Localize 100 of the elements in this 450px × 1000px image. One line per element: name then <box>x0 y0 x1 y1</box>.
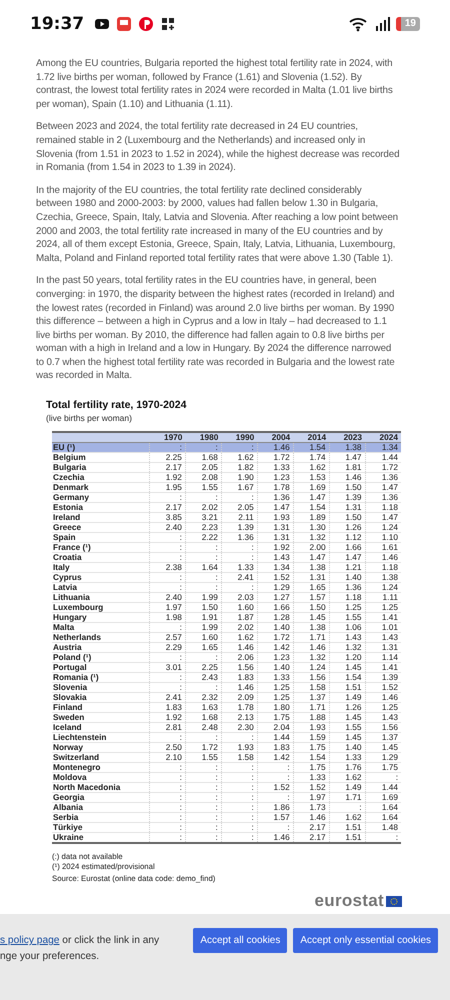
country-cell: Belgium <box>52 452 150 463</box>
value-cell: 1.31 <box>329 502 366 513</box>
value-cell: : <box>221 582 258 593</box>
value-cell: 1.92 <box>150 712 186 723</box>
value-cell: 1.47 <box>293 492 330 503</box>
value-cell: 1.93 <box>221 742 258 753</box>
value-cell: : <box>185 732 222 743</box>
value-cell: 1.25 <box>365 602 401 613</box>
value-cell: 2.22 <box>185 532 222 543</box>
value-cell: 1.51 <box>329 682 366 693</box>
value-cell: 1.25 <box>329 602 366 613</box>
country-cell: Türkiye <box>52 822 150 833</box>
value-cell: 1.33 <box>293 772 330 783</box>
value-cell: : <box>185 762 222 773</box>
value-cell: : <box>185 822 222 833</box>
value-cell: 1.56 <box>221 662 258 673</box>
value-cell: 1.55 <box>329 612 366 623</box>
value-cell: 2.40 <box>150 592 186 603</box>
value-cell: 1.31 <box>365 642 401 653</box>
value-cell: 1.55 <box>185 482 222 493</box>
country-cell: Poland (¹) <box>52 652 150 663</box>
value-cell: 1.40 <box>329 742 366 753</box>
country-cell: Georgia <box>52 792 150 803</box>
value-cell: 1.66 <box>257 602 294 613</box>
table-subtitle: (live births per woman) <box>46 413 133 424</box>
country-cell: Albania <box>52 802 150 813</box>
value-cell: 1.75 <box>365 762 401 773</box>
value-cell: 1.98 <box>150 612 186 623</box>
value-cell: 1.59 <box>293 732 330 743</box>
value-cell: 1.51 <box>329 832 366 844</box>
country-cell: Netherlands <box>52 632 150 643</box>
value-cell: 1.39 <box>365 672 401 683</box>
column-header: 2024 <box>365 432 401 443</box>
value-cell: 1.38 <box>293 622 330 633</box>
value-cell: 1.69 <box>365 792 401 803</box>
country-cell: Slovenia <box>52 682 150 693</box>
value-cell: 1.32 <box>293 532 330 543</box>
value-cell: 1.42 <box>257 642 294 653</box>
value-cell: 1.88 <box>293 712 330 723</box>
value-cell: 1.47 <box>365 512 401 523</box>
value-cell: 1.40 <box>329 572 366 583</box>
value-cell: 1.46 <box>257 442 294 453</box>
value-cell: 1.69 <box>293 482 330 493</box>
country-cell: Portugal <box>52 662 150 673</box>
value-cell: 2.10 <box>150 752 186 763</box>
value-cell: : <box>221 782 258 793</box>
value-cell: 1.18 <box>329 592 366 603</box>
value-cell: 1.47 <box>257 502 294 513</box>
value-cell: 1.34 <box>365 442 401 453</box>
value-cell: 1.56 <box>365 722 401 733</box>
value-cell: 2.13 <box>221 712 258 723</box>
country-cell: Romania (¹) <box>52 672 150 683</box>
value-cell: 1.37 <box>365 732 401 743</box>
logo-wordmark: eurostat <box>314 891 384 912</box>
value-cell: 1.61 <box>365 542 401 553</box>
column-header: 2014 <box>293 432 330 443</box>
value-cell: 1.45 <box>329 662 366 673</box>
value-cell: 1.52 <box>365 682 401 693</box>
value-cell: 1.60 <box>221 602 258 613</box>
value-cell: 1.39 <box>221 522 258 533</box>
value-cell: 1.14 <box>365 652 401 663</box>
value-cell: 1.63 <box>185 702 222 713</box>
value-cell: 1.25 <box>365 702 401 713</box>
value-cell: 1.44 <box>257 732 294 743</box>
value-cell: : <box>257 772 294 783</box>
value-cell: : <box>185 652 222 663</box>
value-cell: : <box>257 822 294 833</box>
value-cell: 1.20 <box>329 652 366 663</box>
value-cell: 2.02 <box>221 622 258 633</box>
value-cell: 1.53 <box>293 472 330 483</box>
value-cell: 1.46 <box>365 552 401 563</box>
country-cell: Latvia <box>52 582 150 593</box>
value-cell: 1.62 <box>329 772 366 783</box>
value-cell: 1.50 <box>329 482 366 493</box>
value-cell: : <box>150 542 186 553</box>
accept-button[interactable]: Accept only essential cookies <box>293 928 438 953</box>
value-cell: 1.38 <box>365 572 401 583</box>
article-paragraph: In the majority of the EU countries, the total fertility rate declined considerably between 1980 and 2000-2003: by 2000, values had fallen below 1.30 in Bulgaria, Czechia, Greece, Spain, Italy, Latvia and Slovenia. After reaching a low point between 2000 and 2003, the total fertility rate increased in many of the EU countries and by 2024, all of them except Estonia, Greece, Spain, Italy, Latvia, Lithuania, Luxembourg, Malta, Poland and Finland reported total fertility rates that were above 1.30 (Table 1). <box>36 184 400 266</box>
value-cell: : <box>150 732 186 743</box>
value-cell: : <box>185 552 222 563</box>
value-cell: : <box>185 572 222 583</box>
value-cell: 1.64 <box>365 812 401 823</box>
value-cell: 1.52 <box>257 572 294 583</box>
value-cell: 1.26 <box>329 522 366 533</box>
value-cell: 1.21 <box>329 562 366 573</box>
value-cell: : <box>185 492 222 503</box>
value-cell: 1.46 <box>257 832 294 844</box>
value-cell: : <box>150 802 186 813</box>
value-cell: 1.36 <box>329 582 366 593</box>
value-cell: : <box>257 792 294 803</box>
accept-button[interactable]: Accept all cookies <box>193 928 288 953</box>
policy-link[interactable]: s policy page <box>0 935 60 946</box>
value-cell: 2.48 <box>185 722 222 733</box>
value-cell: 1.68 <box>185 712 222 723</box>
value-cell: 1.65 <box>293 582 330 593</box>
country-cell: Serbia <box>52 812 150 823</box>
value-cell: 1.10 <box>365 532 401 543</box>
value-cell: : <box>150 492 186 503</box>
value-cell: 1.46 <box>221 682 258 693</box>
value-cell: 1.37 <box>293 692 330 703</box>
